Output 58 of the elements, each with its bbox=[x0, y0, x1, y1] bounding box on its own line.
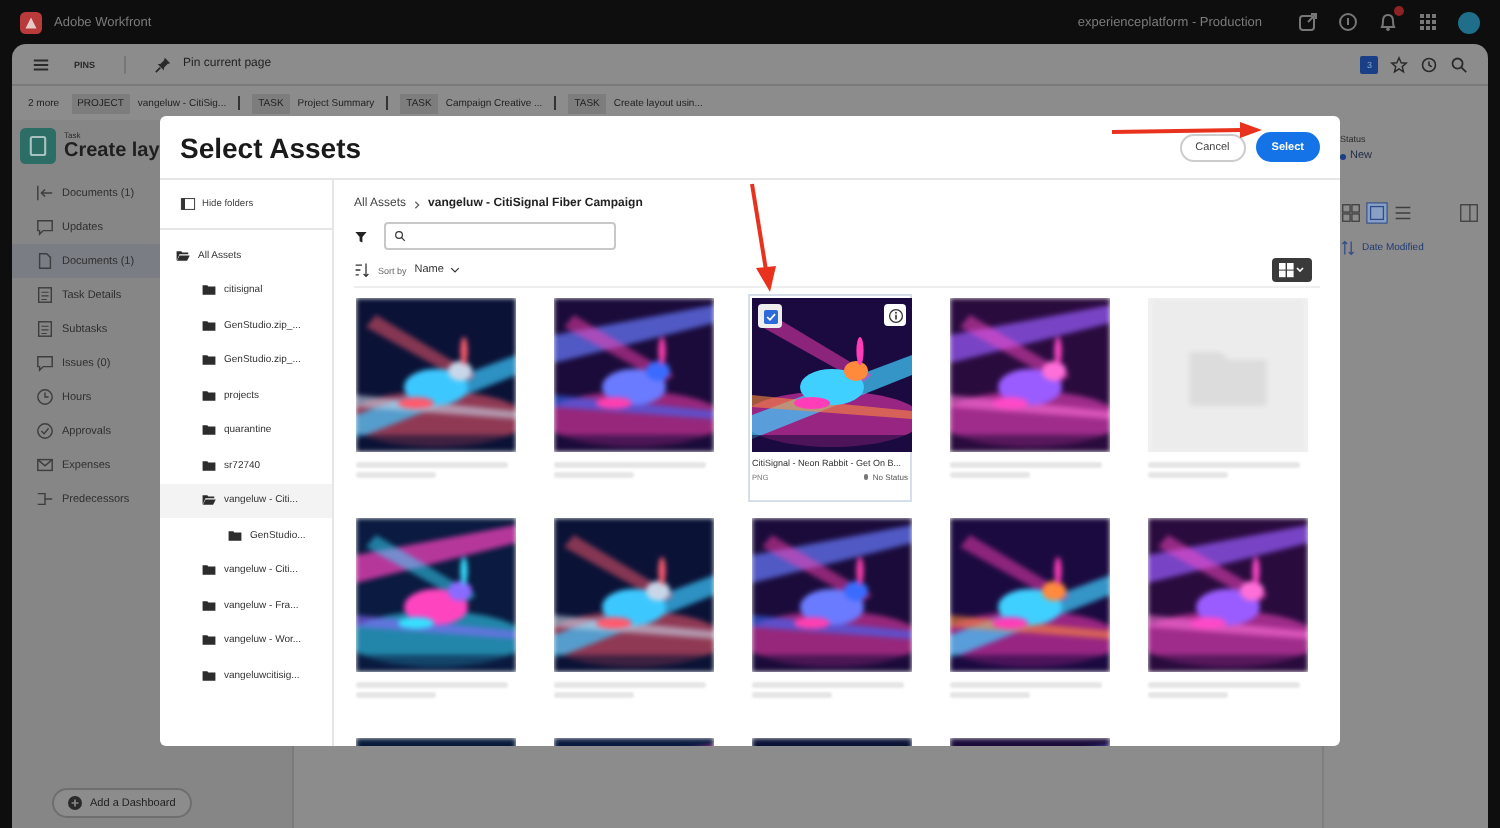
folder-icon bbox=[202, 354, 216, 367]
folder-icon bbox=[202, 459, 216, 472]
caret-icon bbox=[449, 266, 460, 274]
folder-icon bbox=[202, 389, 216, 402]
folder-icon bbox=[202, 669, 216, 682]
bell-icon[interactable] bbox=[1378, 12, 1398, 32]
sort-order-icon[interactable] bbox=[354, 262, 370, 278]
list-icon bbox=[36, 286, 54, 304]
checkbox[interactable] bbox=[758, 304, 782, 328]
folder-icon bbox=[202, 634, 216, 647]
filter-icon[interactable] bbox=[354, 229, 368, 243]
folder-icon bbox=[202, 284, 216, 297]
grid-view-icon[interactable] bbox=[1340, 202, 1362, 224]
folder-icon bbox=[202, 599, 216, 612]
check-circle-icon bbox=[36, 422, 54, 440]
task-icon bbox=[20, 128, 56, 164]
folder-icon bbox=[228, 529, 242, 542]
folder-icon bbox=[202, 319, 216, 332]
folder-icon bbox=[202, 424, 216, 437]
search-icon bbox=[394, 230, 406, 242]
notification-badge bbox=[1394, 6, 1404, 16]
apps-grid-icon[interactable] bbox=[1418, 12, 1438, 32]
chat-icon bbox=[36, 218, 54, 236]
link-icon bbox=[36, 490, 54, 508]
pointer-arrow bbox=[750, 183, 776, 292]
view-switcher-button[interactable] bbox=[1272, 258, 1312, 282]
clock-icon bbox=[36, 388, 54, 406]
folder-icon bbox=[202, 564, 216, 577]
envelope-icon bbox=[36, 456, 54, 474]
document-icon bbox=[36, 252, 54, 270]
back-arrow-icon bbox=[36, 184, 54, 202]
card-view-icon[interactable] bbox=[1366, 202, 1388, 224]
search-icon[interactable] bbox=[1450, 55, 1468, 73]
open-folder-icon bbox=[176, 249, 190, 262]
open-folder-icon bbox=[202, 494, 216, 507]
chat-icon bbox=[36, 354, 54, 372]
history-icon[interactable] bbox=[1420, 55, 1438, 73]
sort-icon bbox=[1340, 240, 1356, 256]
dialog-title: Select Assets bbox=[180, 131, 362, 163]
help-icon[interactable] bbox=[1338, 12, 1358, 32]
add-icon bbox=[68, 796, 82, 810]
task-title: Create lay bbox=[64, 140, 160, 162]
search-field[interactable] bbox=[384, 222, 616, 250]
list-icon bbox=[36, 320, 54, 338]
sidebar-panel-icon bbox=[180, 198, 196, 210]
panel-toggle-icon[interactable] bbox=[1458, 202, 1480, 224]
app-logo bbox=[20, 11, 42, 33]
star-icon[interactable] bbox=[1390, 55, 1408, 73]
pin-icon[interactable] bbox=[153, 55, 172, 73]
list-view-icon[interactable] bbox=[1392, 202, 1414, 224]
checkmark-icon bbox=[763, 309, 777, 323]
grid-caret-icon bbox=[1278, 262, 1306, 278]
share-icon[interactable] bbox=[1298, 12, 1318, 32]
avatar[interactable] bbox=[1458, 11, 1480, 33]
info-button[interactable] bbox=[884, 304, 906, 326]
menu-icon[interactable] bbox=[32, 55, 50, 73]
chevron-right-icon bbox=[412, 199, 423, 209]
info-icon bbox=[887, 307, 903, 323]
